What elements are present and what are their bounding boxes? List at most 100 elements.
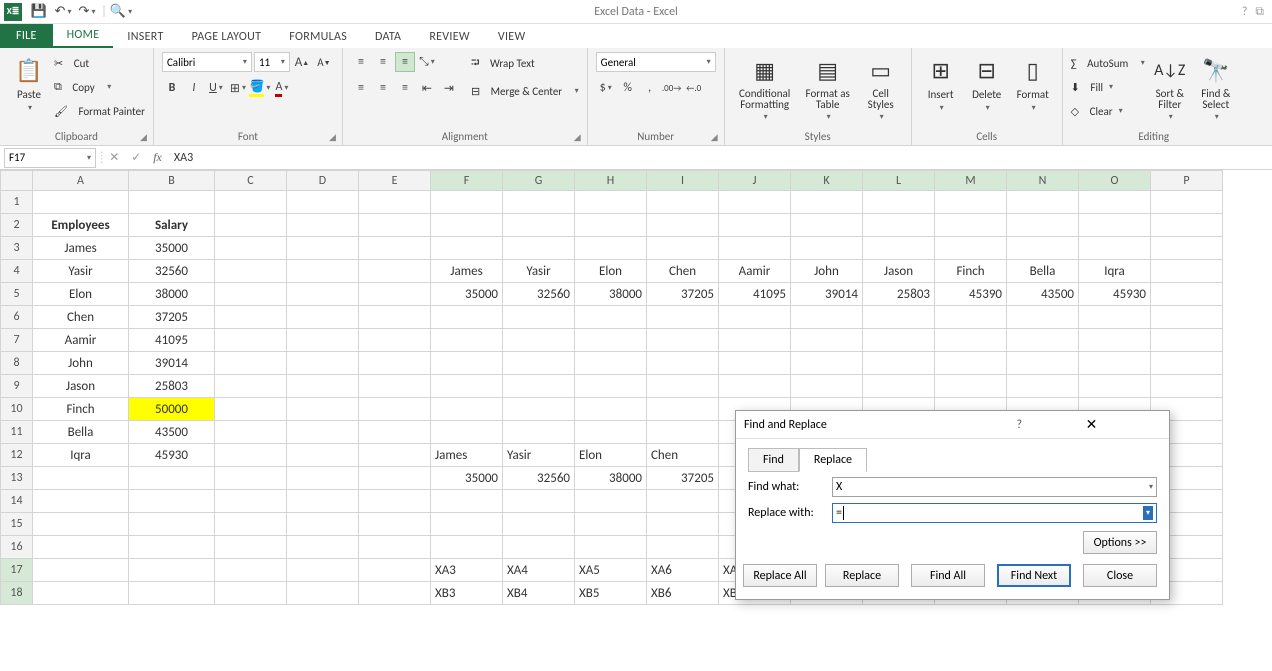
percent-format-button[interactable]: %	[618, 78, 638, 98]
row-header-1[interactable]: 1	[1, 191, 33, 214]
cell-B5[interactable]: 38000	[129, 283, 215, 306]
decrease-indent-button[interactable]: ⇤	[417, 78, 437, 98]
tab-insert[interactable]: INSERT	[113, 26, 177, 48]
cell-O2[interactable]	[1079, 214, 1151, 237]
cell-A12[interactable]: Iqra	[33, 444, 129, 467]
cell-G10[interactable]	[503, 398, 575, 421]
cell-D8[interactable]	[287, 352, 359, 375]
cell-C8[interactable]	[215, 352, 287, 375]
cell-C6[interactable]	[215, 306, 287, 329]
cell-E17[interactable]	[359, 559, 431, 582]
orientation-button[interactable]: ⤡▾	[417, 52, 437, 72]
cell-E6[interactable]	[359, 306, 431, 329]
cell-I4[interactable]: Chen	[647, 260, 719, 283]
col-header-L[interactable]: L	[863, 171, 935, 191]
cell-F5[interactable]: 35000	[431, 283, 503, 306]
cell-P2[interactable]	[1151, 214, 1223, 237]
cell-C3[interactable]	[215, 237, 287, 260]
cell-O3[interactable]	[1079, 237, 1151, 260]
cell-J1[interactable]	[719, 191, 791, 214]
find-select-button[interactable]: 🔭Find & Select▾	[1195, 52, 1237, 124]
cell-F14[interactable]	[431, 490, 503, 513]
cell-O4[interactable]: Iqra	[1079, 260, 1151, 283]
cell-M5[interactable]: 45390	[935, 283, 1007, 306]
cell-J9[interactable]	[719, 375, 791, 398]
paste-button[interactable]: 📋 Paste ▾	[8, 52, 50, 115]
cell-L7[interactable]	[863, 329, 935, 352]
cell-G14[interactable]	[503, 490, 575, 513]
cell-D6[interactable]	[287, 306, 359, 329]
cell-D7[interactable]	[287, 329, 359, 352]
cell-E2[interactable]	[359, 214, 431, 237]
cell-G9[interactable]	[503, 375, 575, 398]
row-header-9[interactable]: 9	[1, 375, 33, 398]
cell-H8[interactable]	[575, 352, 647, 375]
cell-N7[interactable]	[1007, 329, 1079, 352]
cell-I13[interactable]: 37205	[647, 467, 719, 490]
col-header-H[interactable]: H	[575, 171, 647, 191]
help-icon[interactable]: ?	[883, 418, 1022, 432]
cell-N3[interactable]	[1007, 237, 1079, 260]
cell-B14[interactable]	[129, 490, 215, 513]
cell-P6[interactable]	[1151, 306, 1223, 329]
cell-C12[interactable]	[215, 444, 287, 467]
tab-file[interactable]: FILE	[0, 24, 53, 48]
col-header-K[interactable]: K	[791, 171, 863, 191]
row-header-7[interactable]: 7	[1, 329, 33, 352]
format-cells-button[interactable]: ▯Format▾	[1012, 52, 1054, 115]
cell-D9[interactable]	[287, 375, 359, 398]
increase-indent-button[interactable]: ⇥	[439, 78, 459, 98]
help-icon[interactable]: ?	[1242, 5, 1248, 19]
font-size-combo[interactable]: 11▾	[254, 52, 290, 72]
cell-H9[interactable]	[575, 375, 647, 398]
cell-G2[interactable]	[503, 214, 575, 237]
cell-I17[interactable]: XA6	[647, 559, 719, 582]
col-header-E[interactable]: E	[359, 171, 431, 191]
cell-F17[interactable]: XA3	[431, 559, 503, 582]
cell-G13[interactable]: 32560	[503, 467, 575, 490]
cell-B10[interactable]: 50000	[129, 398, 215, 421]
row-header-15[interactable]: 15	[1, 513, 33, 536]
cell-F3[interactable]	[431, 237, 503, 260]
cell-H14[interactable]	[575, 490, 647, 513]
cell-E14[interactable]	[359, 490, 431, 513]
cell-E7[interactable]	[359, 329, 431, 352]
cell-D10[interactable]	[287, 398, 359, 421]
cell-C5[interactable]	[215, 283, 287, 306]
cell-H7[interactable]	[575, 329, 647, 352]
cell-L5[interactable]: 25803	[863, 283, 935, 306]
cell-I11[interactable]	[647, 421, 719, 444]
border-button[interactable]: ⊞▾	[228, 78, 248, 98]
cell-F6[interactable]	[431, 306, 503, 329]
cell-B18[interactable]	[129, 582, 215, 605]
cell-N1[interactable]	[1007, 191, 1079, 214]
cell-J2[interactable]	[719, 214, 791, 237]
cell-I7[interactable]	[647, 329, 719, 352]
cell-I5[interactable]: 37205	[647, 283, 719, 306]
cell-H11[interactable]	[575, 421, 647, 444]
cell-styles-button[interactable]: ▭Cell Styles▾	[859, 52, 903, 124]
cell-N6[interactable]	[1007, 306, 1079, 329]
clear-button[interactable]: ◇ Clear▾	[1071, 100, 1145, 122]
copy-button[interactable]: ⧉ Copy ▾	[54, 76, 145, 98]
cell-A3[interactable]: James	[33, 237, 129, 260]
col-header-J[interactable]: J	[719, 171, 791, 191]
row-header-18[interactable]: 18	[1, 582, 33, 605]
cell-N5[interactable]: 43500	[1007, 283, 1079, 306]
cell-J8[interactable]	[719, 352, 791, 375]
col-header-I[interactable]: I	[647, 171, 719, 191]
cell-O6[interactable]	[1079, 306, 1151, 329]
wrap-text-button[interactable]: ⮒ Wrap Text	[471, 52, 579, 74]
cell-A1[interactable]	[33, 191, 129, 214]
cell-C2[interactable]	[215, 214, 287, 237]
cell-H10[interactable]	[575, 398, 647, 421]
cell-M7[interactable]	[935, 329, 1007, 352]
cell-G3[interactable]	[503, 237, 575, 260]
cell-I10[interactable]	[647, 398, 719, 421]
cell-G4[interactable]: Yasir	[503, 260, 575, 283]
row-header-6[interactable]: 6	[1, 306, 33, 329]
cell-F13[interactable]: 35000	[431, 467, 503, 490]
align-right-button[interactable]: ≡	[395, 78, 415, 98]
cell-B3[interactable]: 35000	[129, 237, 215, 260]
cell-D16[interactable]	[287, 536, 359, 559]
